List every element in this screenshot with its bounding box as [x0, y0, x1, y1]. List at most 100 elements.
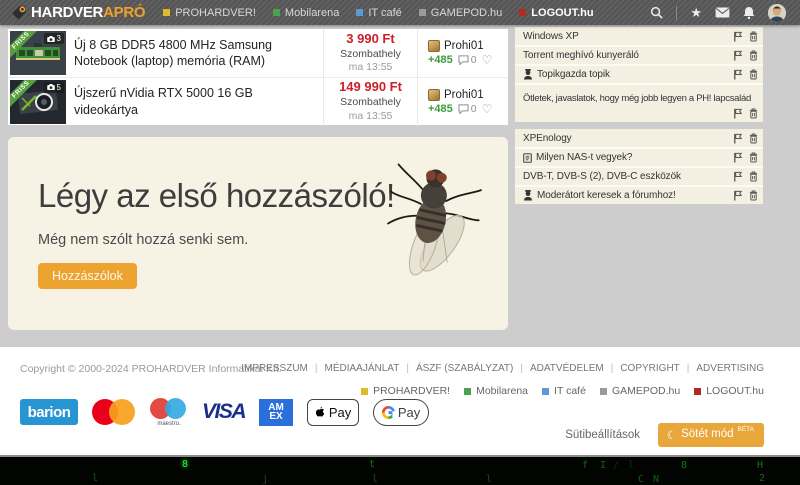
flag-icon[interactable]	[733, 50, 743, 61]
listing-price: 3 990 Ft	[346, 30, 395, 46]
photo-count-badge: 5	[43, 81, 64, 93]
matrix-glyph: /	[613, 460, 620, 471]
listing-card: FRISS 3 Új 8 GB DDR5 4800 MHz Samsung No…	[8, 28, 508, 126]
moon-icon: ☾	[666, 430, 678, 442]
nav-itcafe[interactable]: IT café	[356, 7, 402, 19]
listing-row[interactable]: FRISS 5 Újszerű nVidia RTX 5000 16 GB vi…	[8, 77, 508, 126]
topic-title[interactable]: Milyen NAS-t vegyek?	[536, 152, 632, 163]
comment-bubble-icon	[458, 55, 469, 65]
trash-icon[interactable]	[749, 108, 758, 119]
memo-icon	[523, 152, 532, 163]
flag-icon[interactable]	[733, 171, 743, 182]
footer-links: IMPRESSZUM MÉDIAAJÁNLAT ÁSZF (SZABÁLYZAT…	[241, 363, 764, 374]
footer-link-aszf[interactable]: ÁSZF (SZABÁLYZAT)	[399, 363, 513, 374]
desktop-matrix-background: l 8 j t l l f I / l C N 8 H 2	[0, 455, 800, 485]
nav-logout[interactable]: LOGOUT.hu	[519, 7, 594, 19]
footer-brand-itcafe[interactable]: IT café	[542, 385, 586, 397]
footer-brand-gamepod[interactable]: GAMEPOD.hu	[599, 385, 680, 397]
topic-owner-icon	[523, 69, 533, 80]
topic-row[interactable]: Milyen NAS-t vegyek?	[515, 147, 763, 166]
footer-link-mediaajanlat[interactable]: MÉDIAAJÁNLAT	[308, 363, 400, 374]
nav-prohardver[interactable]: PROHARDVER!	[163, 7, 256, 19]
camera-icon	[46, 84, 55, 90]
dark-mode-button[interactable]: ☾ Sötét mód BÉTA	[657, 423, 764, 447]
comments-count[interactable]: 0	[458, 103, 477, 115]
topic-title[interactable]: XPEnology	[523, 133, 572, 144]
listing-row[interactable]: FRISS 3 Új 8 GB DDR5 4800 MHz Samsung No…	[8, 28, 508, 78]
listing-thumbnail-gpu[interactable]: FRISS 5	[10, 79, 66, 124]
trash-icon[interactable]	[749, 50, 758, 61]
listing-location: Szombathely	[340, 96, 401, 109]
apple-pay-logo: Pay	[307, 398, 360, 426]
messages-mail-icon[interactable]	[715, 7, 730, 18]
footer-brand-logout[interactable]: LOGOUT.hu	[694, 385, 764, 397]
footer-link-impresszum[interactable]: IMPRESSZUM	[241, 363, 308, 374]
topic-title[interactable]: Ötletek, javaslatok, hogy még jobb legye…	[523, 93, 751, 104]
search-icon[interactable]	[650, 6, 664, 19]
flag-icon[interactable]	[733, 190, 743, 201]
footer-link-advertising[interactable]: ADVERTISING	[680, 363, 764, 374]
mobilarena-square-icon	[464, 387, 472, 395]
maestro-logo: maestro.	[150, 397, 188, 427]
comments-count[interactable]: 0	[458, 54, 477, 66]
topic-row[interactable]: Torrent meghívó kunyeráló	[515, 45, 763, 64]
topic-row[interactable]: DVB-T, DVB-S (2), DVB-C eszközök	[515, 166, 763, 185]
gamepod-square-icon	[418, 9, 426, 16]
flag-icon[interactable]	[733, 152, 743, 163]
topic-row[interactable]: XPEnology	[515, 129, 763, 147]
topic-title[interactable]: DVB-T, DVB-S (2), DVB-C eszközök	[523, 171, 681, 182]
cookie-settings-link[interactable]: Sütibeállítások	[565, 429, 640, 441]
favorite-heart-icon[interactable]: ♡	[482, 103, 493, 115]
topic-row[interactable]: Ötletek, javaslatok, hogy még jobb legye…	[515, 83, 763, 122]
fly-illustration	[387, 163, 482, 276]
topic-row[interactable]: Topikgazda topik	[515, 64, 763, 83]
listing-time: ma 13:55	[348, 61, 393, 74]
amex-logo: AMEX	[259, 398, 294, 426]
trash-icon[interactable]	[749, 31, 758, 42]
footer-brand-mobilarena[interactable]: Mobilarena	[464, 385, 528, 397]
topic-title[interactable]: Windows XP	[523, 31, 579, 42]
favorites-star-icon[interactable]: ★	[690, 6, 702, 19]
trash-icon[interactable]	[749, 190, 758, 201]
matrix-glyph: l	[486, 474, 493, 485]
site-logo[interactable]: HARDVERAPRÓ	[10, 4, 146, 21]
footer-brand-links: PROHARDVER! Mobilarena IT café GAMEPOD.h…	[361, 385, 764, 397]
flag-icon[interactable]	[733, 31, 743, 42]
topic-title[interactable]: Torrent meghívó kunyeráló	[523, 50, 639, 61]
flag-icon[interactable]	[733, 108, 743, 119]
listing-thumbnail-ram[interactable]: FRISS 3	[10, 31, 66, 75]
flag-icon[interactable]	[733, 133, 743, 144]
trash-icon[interactable]	[749, 69, 758, 80]
payment-logos: barion maestro. VISA AMEX Pay Pay	[20, 397, 430, 427]
trash-icon[interactable]	[749, 152, 758, 163]
listing-price-block: 3 990 Ft Szombathely ma 13:55	[323, 28, 418, 78]
nav-mobilarena[interactable]: Mobilarena	[272, 7, 339, 19]
seller-name[interactable]: Prohi01	[444, 89, 484, 101]
comment-bubble-icon	[458, 103, 469, 114]
topic-title[interactable]: Topikgazda topik	[537, 69, 610, 80]
prohardver-square-icon	[361, 387, 369, 395]
matrix-glyph: f	[582, 460, 589, 471]
seller-rating: +485	[428, 102, 453, 115]
footer-link-adatvedelem[interactable]: ADATVÉDELEM	[513, 363, 604, 374]
topic-title[interactable]: Moderátort keresek a fórumhoz!	[537, 190, 676, 201]
trash-icon[interactable]	[749, 171, 758, 182]
trash-icon[interactable]	[749, 133, 758, 144]
google-g-icon	[381, 405, 395, 419]
favorite-heart-icon[interactable]: ♡	[482, 54, 493, 66]
topic-row[interactable]: Windows XP	[515, 27, 763, 45]
listing-seller-block: Prohi01 +485 0 ♡	[418, 40, 508, 66]
notifications-bell-icon[interactable]	[743, 6, 755, 19]
comment-button[interactable]: Hozzászólok	[38, 263, 137, 289]
seller-name[interactable]: Prohi01	[444, 40, 484, 52]
user-avatar[interactable]	[768, 3, 786, 22]
listing-title[interactable]: Újszerű nVidia RTX 5000 16 GB videokárty…	[74, 85, 323, 118]
footer-brand-prohardver[interactable]: PROHARDVER!	[361, 385, 450, 397]
topic-row[interactable]: Moderátort keresek a fórumhoz!	[515, 185, 763, 204]
seller-rating: +485	[428, 54, 453, 66]
visa-logo: VISA	[202, 400, 247, 423]
nav-gamepod[interactable]: GAMEPOD.hu	[418, 7, 502, 19]
listing-title[interactable]: Új 8 GB DDR5 4800 MHz Samsung Notebook (…	[74, 37, 323, 70]
flag-icon[interactable]	[733, 69, 743, 80]
footer-link-copyright[interactable]: COPYRIGHT	[604, 363, 679, 374]
